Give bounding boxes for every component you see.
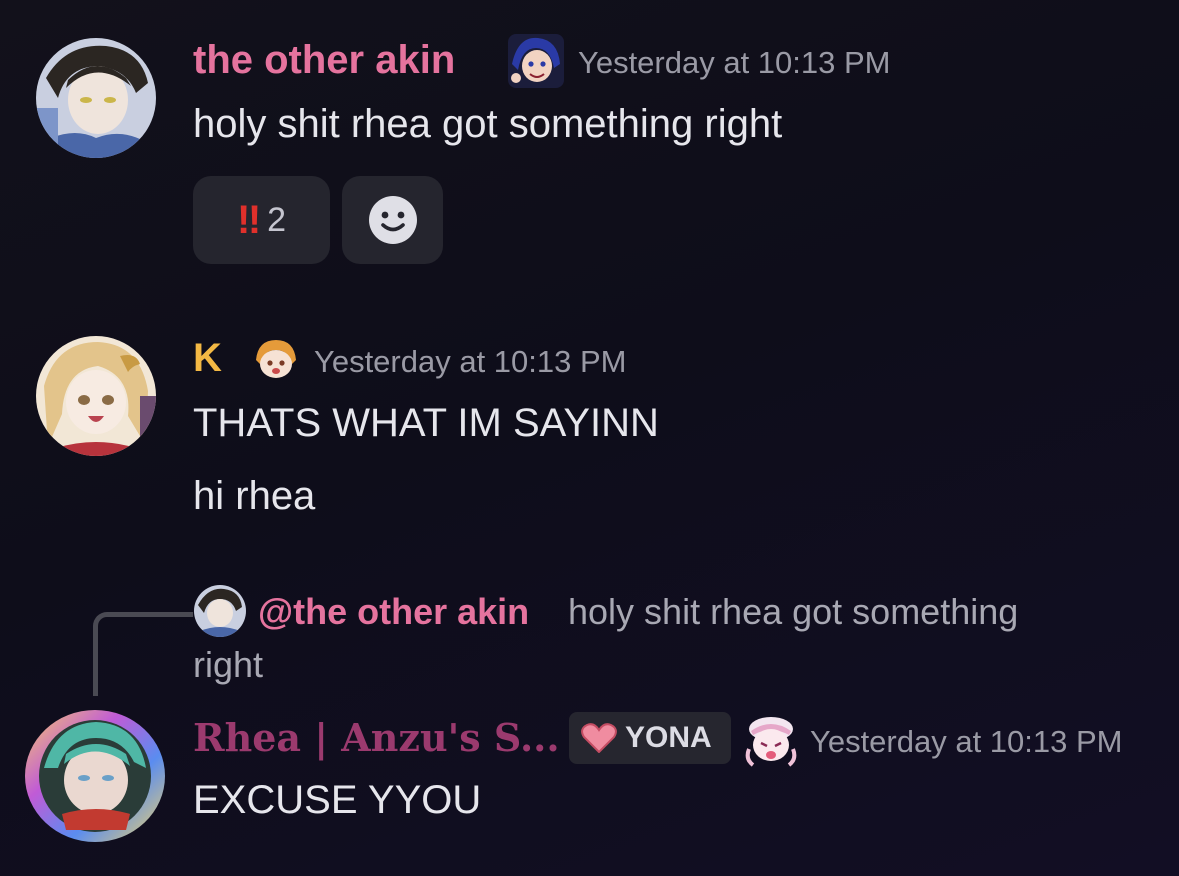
server-tag[interactable]: YONA bbox=[569, 712, 731, 764]
avatar[interactable] bbox=[36, 336, 156, 456]
message-timestamp: Yesterday at 10:13 PM bbox=[810, 724, 1123, 759]
server-emoji-icon bbox=[508, 34, 564, 88]
username[interactable]: the other akin bbox=[193, 36, 455, 84]
server-emoji-icon bbox=[743, 713, 799, 769]
message-timestamp: Yesterday at 10:13 PM bbox=[578, 45, 891, 80]
message-text: EXCUSE YYOU bbox=[193, 778, 482, 822]
reply-connector bbox=[93, 612, 193, 696]
message-text: holy shit rhea got something right bbox=[193, 102, 783, 146]
server-emoji-icon bbox=[252, 338, 300, 382]
message-text: hi rhea bbox=[193, 474, 316, 518]
reaction-button[interactable]: ‼ 2 bbox=[193, 176, 330, 264]
avatar[interactable] bbox=[36, 38, 156, 158]
add-reaction-button[interactable] bbox=[342, 176, 443, 264]
username[interactable]: K bbox=[193, 334, 222, 382]
username[interactable]: Rhea | Anzu's S... bbox=[193, 714, 560, 762]
double-exclamation-icon: ‼ bbox=[236, 197, 261, 242]
heart-icon bbox=[581, 723, 617, 753]
reply-preview-text[interactable]: right bbox=[193, 641, 263, 689]
reply-preview-text[interactable]: holy shit rhea got something bbox=[568, 588, 1018, 636]
reply-mention[interactable]: @the other akin bbox=[258, 588, 529, 636]
server-tag-label: YONA bbox=[625, 721, 712, 754]
reaction-count: 2 bbox=[267, 200, 287, 239]
smiley-icon bbox=[368, 196, 417, 244]
message-text: THATS WHAT IM SAYINN bbox=[193, 401, 659, 445]
reply-avatar[interactable] bbox=[194, 585, 246, 637]
avatar[interactable] bbox=[22, 708, 168, 844]
message-timestamp: Yesterday at 10:13 PM bbox=[314, 344, 627, 379]
